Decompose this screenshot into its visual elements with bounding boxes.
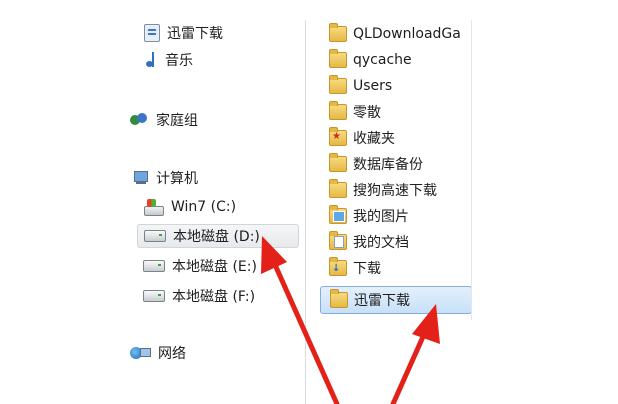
nav-item-label: 本地磁盘 (E:) [172, 259, 257, 275]
nav-item-network[interactable]: 网络 [129, 341, 186, 365]
nav-item-drive-c[interactable]: Win7 (C:) [142, 195, 236, 219]
nav-item-label: 本地磁盘 (F:) [172, 289, 256, 305]
navigation-pane: 迅雷下载 音乐 家庭组 计算机 Win7 (C:) 本地磁盘 (D:) 本地磁盘… [117, 20, 307, 404]
folder-icon [329, 153, 347, 172]
nav-item-label: 迅雷下载 [167, 26, 223, 42]
pictures-folder-icon [329, 205, 347, 224]
file-row-sogou-download[interactable]: 搜狗高速下载 [320, 178, 472, 202]
folder-icon [329, 49, 347, 68]
file-row-lingsan[interactable]: 零散 [320, 100, 472, 124]
folder-icon [329, 101, 347, 120]
explorer-screenshot: 迅雷下载 音乐 家庭组 计算机 Win7 (C:) 本地磁盘 (D:) 本地磁盘… [0, 0, 618, 404]
file-name: 搜狗高速下载 [353, 183, 437, 199]
nav-item-label: 音乐 [165, 53, 193, 69]
pane-divider[interactable] [305, 20, 306, 404]
file-row-downloads[interactable]: ↓ 下载 [320, 256, 472, 280]
file-name: 我的图片 [353, 209, 409, 225]
file-row-qldownloadga[interactable]: QLDownloadGa [320, 22, 472, 46]
file-name: 零散 [353, 105, 381, 121]
folder-icon [329, 75, 347, 94]
downloads-folder-icon: ↓ [329, 257, 347, 276]
computer-icon [129, 169, 149, 187]
drive-icon [144, 230, 166, 242]
nav-item-drive-f[interactable]: 本地磁盘 (F:) [143, 284, 255, 308]
homegroup-icon [129, 111, 149, 129]
favorites-folder-icon: ★ [329, 127, 347, 146]
documents-folder-icon [329, 231, 347, 250]
nav-item-computer[interactable]: 计算机 [129, 166, 198, 190]
folder-icon [330, 289, 348, 308]
network-icon [129, 344, 151, 362]
file-row-thunder-download[interactable]: 迅雷下载 [320, 286, 472, 314]
file-name: 我的文档 [353, 235, 409, 251]
file-list: QLDownloadGa qycache Users 零散 ★ 收藏夹 数据库备… [320, 20, 472, 404]
file-name: 收藏夹 [353, 131, 395, 147]
folder-icon [329, 179, 347, 198]
download-folder-icon [144, 24, 160, 42]
file-row-db-backup[interactable]: 数据库备份 [320, 152, 472, 176]
nav-item-label: 计算机 [156, 171, 198, 187]
file-row-my-pictures[interactable]: 我的图片 [320, 204, 472, 228]
file-name: QLDownloadGa [353, 26, 461, 42]
nav-item-thunder-download[interactable]: 迅雷下载 [144, 21, 223, 45]
nav-item-label: 网络 [158, 346, 186, 362]
file-row-users[interactable]: Users [320, 74, 472, 98]
music-icon [144, 51, 158, 69]
nav-item-music[interactable]: 音乐 [144, 48, 193, 72]
file-row-qycache[interactable]: qycache [320, 48, 472, 72]
drive-icon [143, 290, 165, 302]
annotation-arrows [261, 236, 440, 404]
nav-item-drive-e[interactable]: 本地磁盘 (E:) [143, 254, 257, 278]
file-name: qycache [353, 52, 412, 68]
file-list-edge [471, 20, 472, 320]
nav-item-label: 家庭组 [156, 113, 198, 129]
nav-item-drive-d[interactable]: 本地磁盘 (D:) [137, 224, 299, 248]
system-drive-icon [142, 198, 164, 216]
nav-item-label: 本地磁盘 (D:) [173, 229, 260, 245]
nav-item-homegroup[interactable]: 家庭组 [129, 108, 198, 132]
file-row-favorites[interactable]: ★ 收藏夹 [320, 126, 472, 150]
folder-icon [329, 23, 347, 42]
drive-icon [143, 260, 165, 272]
file-name: Users [353, 78, 393, 94]
file-name: 数据库备份 [353, 157, 423, 173]
file-name: 迅雷下载 [354, 293, 410, 309]
file-name: 下载 [353, 261, 381, 277]
file-row-my-documents[interactable]: 我的文档 [320, 230, 472, 254]
nav-item-label: Win7 (C:) [171, 199, 237, 215]
